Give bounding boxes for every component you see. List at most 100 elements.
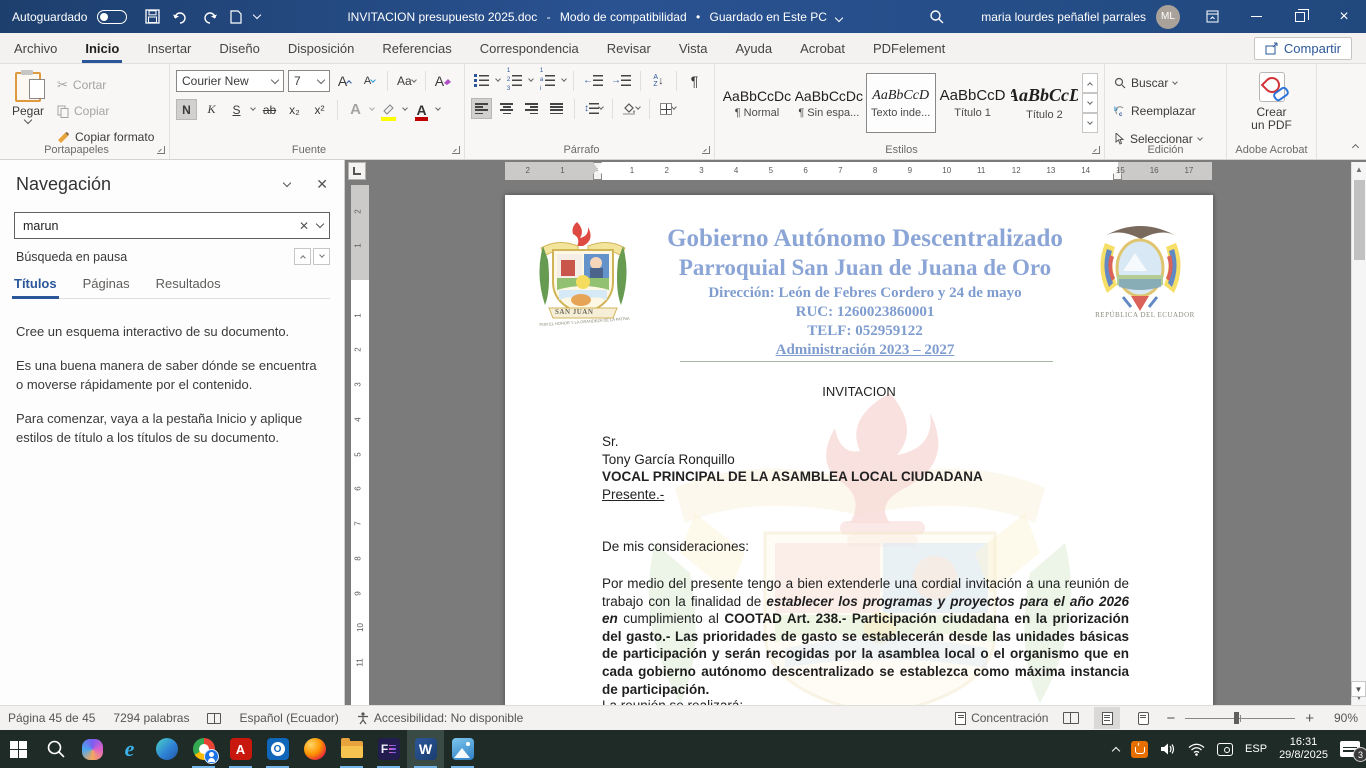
word-button[interactable]: W xyxy=(407,730,444,768)
styles-dialog-launcher[interactable] xyxy=(1092,146,1100,154)
close-button[interactable]: × xyxy=(1322,0,1366,33)
styles-scroll-up[interactable] xyxy=(1082,73,1098,93)
styles-scroll-down[interactable] xyxy=(1082,93,1098,113)
change-case-button[interactable]: Aa xyxy=(395,71,418,92)
file-explorer-button[interactable] xyxy=(333,730,370,768)
start-button[interactable] xyxy=(0,730,37,768)
ribbon-display-options-button[interactable] xyxy=(1190,0,1234,33)
tab-acrobat[interactable]: Acrobat xyxy=(786,33,859,63)
tab-revisar[interactable]: Revisar xyxy=(593,33,665,63)
minimize-button[interactable] xyxy=(1234,0,1278,33)
nav-tab-resultados[interactable]: Resultados xyxy=(156,276,221,291)
share-button[interactable]: Compartir xyxy=(1254,37,1352,60)
style-sin-espaciado[interactable]: AaBbCcDc¶ Sin espa... xyxy=(794,73,864,133)
nav-pane-options-chevron-icon[interactable] xyxy=(283,179,291,187)
internet-explorer-button[interactable]: e xyxy=(111,730,148,768)
tab-pdfelement[interactable]: PDFelement xyxy=(859,33,959,63)
font-color-button[interactable]: A xyxy=(411,99,432,120)
nav-search-input[interactable] xyxy=(15,219,299,233)
align-center-button[interactable] xyxy=(496,98,517,119)
collapse-ribbon-button[interactable] xyxy=(1353,139,1358,153)
autosave-toggle[interactable] xyxy=(97,10,127,24)
keyboard-language[interactable]: ESP xyxy=(1245,743,1267,755)
styles-gallery-expand[interactable] xyxy=(1082,113,1098,133)
highlight-chevron-icon[interactable] xyxy=(402,105,408,111)
v-ruler[interactable]: 211234567891011 xyxy=(351,185,369,705)
tab-ayuda[interactable]: Ayuda xyxy=(721,33,786,63)
increase-indent-button[interactable]: → xyxy=(609,70,633,91)
font-size-combo[interactable]: 7 xyxy=(288,70,330,92)
style-texto-independiente[interactable]: AaBbCcDTexto inde... xyxy=(866,73,936,133)
zoom-in-button[interactable]: + xyxy=(1305,710,1314,727)
language-indicator[interactable]: Español (Ecuador) xyxy=(239,711,338,725)
copy-button[interactable]: Copiar xyxy=(54,100,163,122)
search-icon[interactable] xyxy=(929,9,945,25)
font-family-combo[interactable]: Courier New xyxy=(176,70,284,92)
nav-close-icon[interactable]: ✕ xyxy=(316,176,328,193)
document-page[interactable]: SAN JUAN POR EL HONOR Y LA GRANDEZA DE L… xyxy=(505,195,1213,705)
zoom-out-button[interactable]: − xyxy=(1166,710,1175,727)
superscript-button[interactable]: x² xyxy=(309,99,330,120)
align-right-button[interactable] xyxy=(521,98,542,119)
grow-font-button[interactable]: A xyxy=(334,71,355,92)
underline-button[interactable]: S xyxy=(226,99,247,120)
firefox-button[interactable] xyxy=(296,730,333,768)
tray-app-icon[interactable] xyxy=(1217,743,1233,756)
show-marks-button[interactable]: ¶ xyxy=(684,70,705,91)
highlight-button[interactable] xyxy=(378,99,399,120)
clock[interactable]: 16:31 29/8/2025 xyxy=(1279,736,1328,762)
create-pdf-button[interactable]: Crear un PDF xyxy=(1233,70,1310,132)
subscript-button[interactable]: x₂ xyxy=(284,99,305,120)
sort-button[interactable]: AZ↓ xyxy=(648,70,669,91)
font-color-chevron-icon[interactable] xyxy=(435,105,441,111)
undo-icon[interactable] xyxy=(172,10,189,24)
shading-button[interactable] xyxy=(620,98,642,119)
clear-formatting-button[interactable]: A xyxy=(433,71,454,92)
bullets-button[interactable] xyxy=(471,70,492,91)
redo-icon[interactable] xyxy=(201,10,218,24)
user-name[interactable]: maria lourdes peñafiel parrales xyxy=(981,10,1146,24)
edge-button[interactable] xyxy=(148,730,185,768)
tab-correspondencia[interactable]: Correspondencia xyxy=(466,33,593,63)
borders-button[interactable] xyxy=(657,98,678,119)
vertical-scrollbar[interactable]: ▲ ▼ xyxy=(1351,162,1366,705)
font-dialog-launcher[interactable] xyxy=(452,146,460,154)
tab-vista[interactable]: Vista xyxy=(665,33,722,63)
h-ruler[interactable]: 21123456789101112131415161718 xyxy=(505,162,1212,180)
next-result-button[interactable] xyxy=(313,248,330,265)
style-normal[interactable]: AaBbCcDc¶ Normal xyxy=(722,73,792,133)
taskbar-search-button[interactable] xyxy=(37,730,74,768)
clear-search-icon[interactable]: ✕ xyxy=(299,219,309,233)
document-title[interactable]: INVITACION presupuesto 2025.doc - Modo d… xyxy=(260,10,929,24)
multilevel-list-button[interactable]: 1ai xyxy=(537,70,558,91)
acrobat-button[interactable]: A xyxy=(222,730,259,768)
avatar[interactable]: ML xyxy=(1156,5,1180,29)
multilevel-chevron-icon[interactable] xyxy=(561,76,567,82)
tab-insertar[interactable]: Insertar xyxy=(133,33,205,63)
fapp-button[interactable]: F xyxy=(370,730,407,768)
paragraph-dialog-launcher[interactable] xyxy=(702,146,710,154)
java-tray-icon[interactable] xyxy=(1131,741,1148,758)
photos-button[interactable] xyxy=(444,730,481,768)
print-layout-button[interactable] xyxy=(1094,707,1120,729)
style-titulo-1[interactable]: AaBbCcDTítulo 1 xyxy=(938,73,1008,133)
bold-button[interactable]: N xyxy=(176,99,197,120)
style-titulo-2[interactable]: AaBbCcDTítulo 2 xyxy=(1010,73,1080,133)
clipboard-dialog-launcher[interactable] xyxy=(157,146,165,154)
outlook-button[interactable]: O xyxy=(259,730,296,768)
read-mode-button[interactable] xyxy=(1058,707,1084,729)
next-page-button[interactable]: ▼ xyxy=(1351,681,1366,697)
scroll-up-arrow[interactable]: ▲ xyxy=(1352,162,1366,177)
decrease-indent-button[interactable]: ← xyxy=(581,70,605,91)
paste-button[interactable]: Pegar xyxy=(6,70,50,142)
shrink-font-button[interactable]: A xyxy=(359,71,380,92)
tab-disposicion[interactable]: Disposición xyxy=(274,33,368,63)
tab-inicio[interactable]: Inicio xyxy=(71,33,133,63)
previous-result-button[interactable] xyxy=(294,248,311,265)
volume-icon[interactable] xyxy=(1160,742,1176,756)
page-indicator[interactable]: Página 45 de 45 xyxy=(8,711,95,725)
tab-diseno[interactable]: Diseño xyxy=(205,33,273,63)
cut-button[interactable]: ✂Cortar xyxy=(54,74,163,96)
tray-expand-chevron-icon[interactable] xyxy=(1112,746,1120,754)
justify-button[interactable] xyxy=(546,98,567,119)
